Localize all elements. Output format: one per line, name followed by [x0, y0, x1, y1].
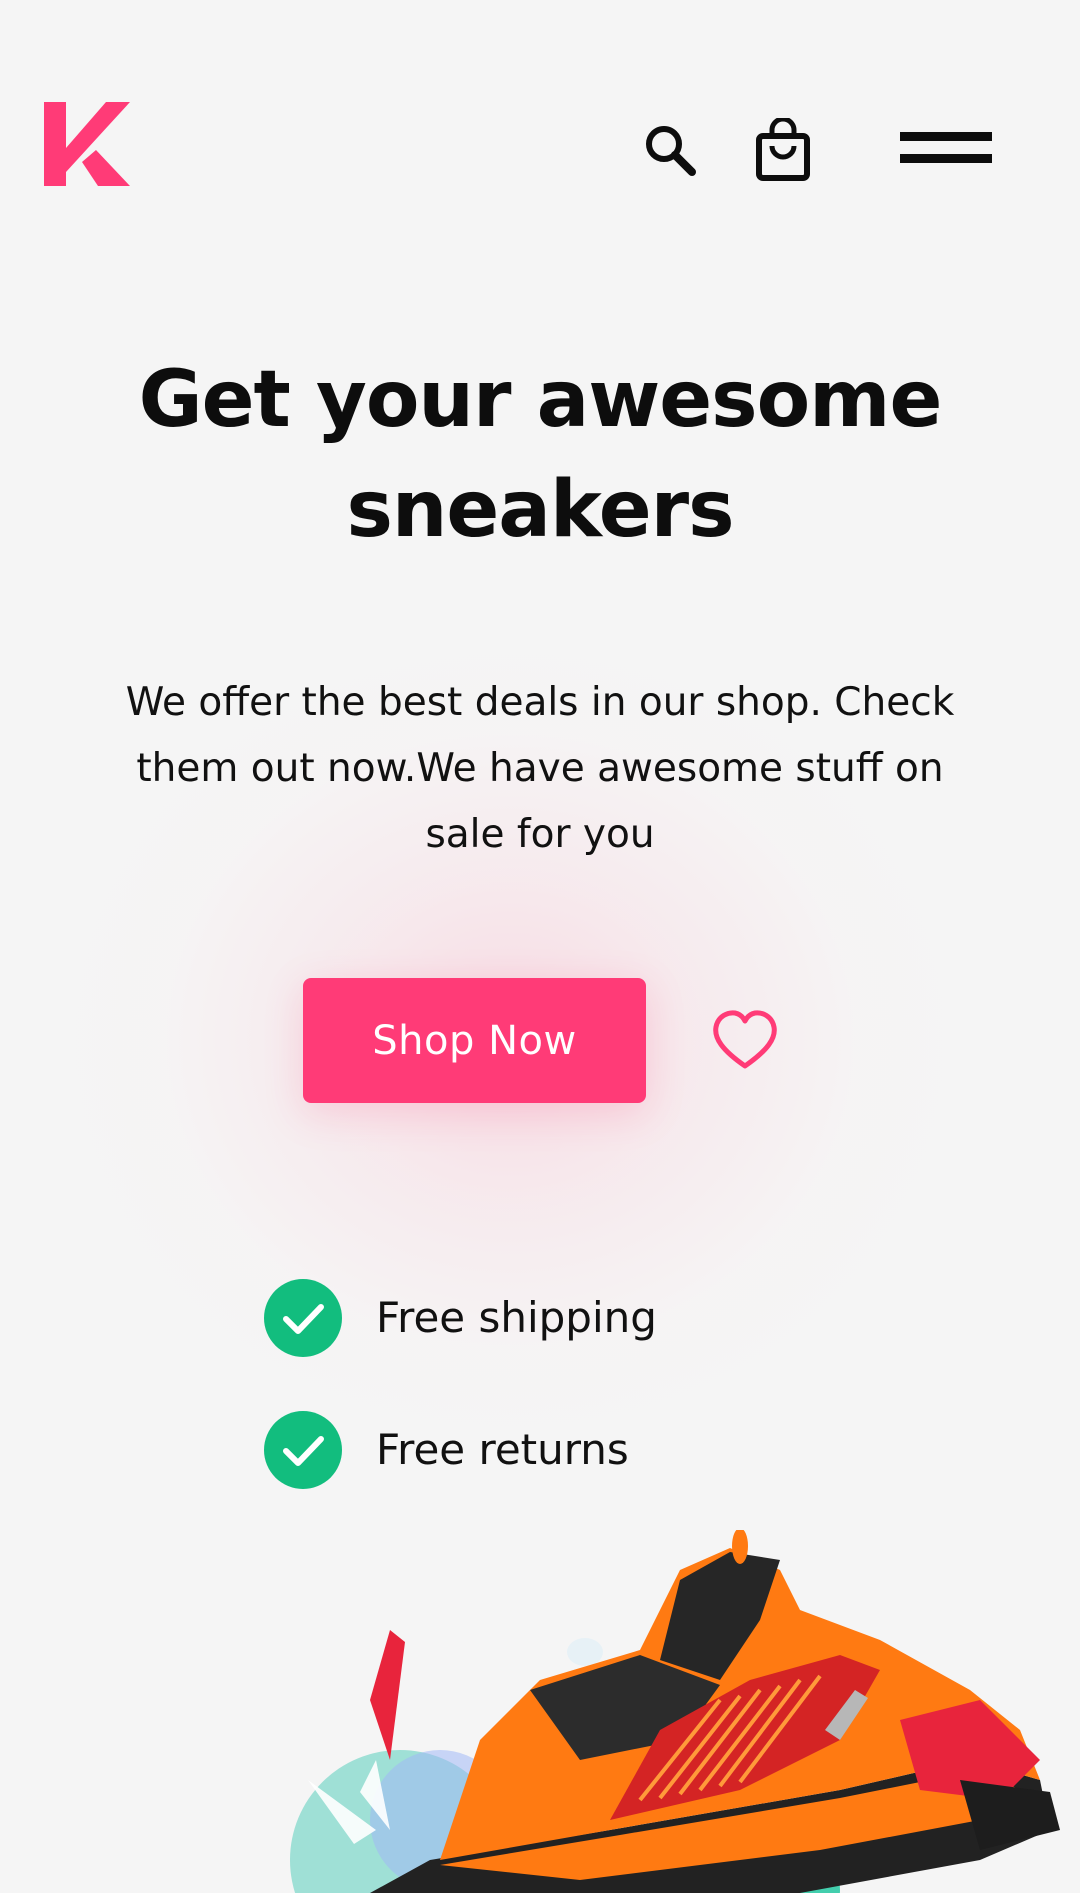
- check-circle-icon: [264, 1279, 342, 1357]
- feature-free-shipping: Free shipping: [264, 1279, 784, 1357]
- hero-title-line-2: sneakers: [346, 465, 734, 555]
- header: [0, 0, 1080, 300]
- menu-button[interactable]: [898, 128, 994, 172]
- feature-label: Free shipping: [376, 1293, 657, 1342]
- shopping-bag-icon: [756, 116, 810, 181]
- sneaker-image: [280, 1528, 1080, 1893]
- hamburger-menu-icon: [900, 132, 992, 163]
- check-circle-icon: [264, 1411, 342, 1489]
- search-button[interactable]: [642, 122, 698, 178]
- feature-free-returns: Free returns: [264, 1411, 784, 1489]
- cart-button[interactable]: [754, 116, 812, 182]
- shop-now-button[interactable]: Shop Now: [303, 978, 646, 1103]
- search-icon: [646, 126, 696, 176]
- hero-description-line-1: We offer the best deals in our shop. Che…: [125, 680, 955, 725]
- k-logo-icon: [44, 102, 130, 186]
- wishlist-button[interactable]: [710, 1008, 780, 1072]
- hero-title: Get your awesome sneakers: [60, 345, 1020, 565]
- feature-label: Free returns: [376, 1425, 629, 1474]
- hero-description: We offer the best deals in our shop. Che…: [50, 670, 1030, 868]
- landing-page: Get your awesome sneakers We offer the b…: [0, 0, 1080, 1893]
- hero-description-line-3: sale for you: [425, 812, 655, 857]
- hero-description-line-2: them out now.We have awesome stuff on: [136, 746, 944, 791]
- hero-title-line-1: Get your awesome: [138, 355, 943, 445]
- logo[interactable]: [44, 102, 130, 186]
- heart-outline-icon: [713, 1010, 777, 1069]
